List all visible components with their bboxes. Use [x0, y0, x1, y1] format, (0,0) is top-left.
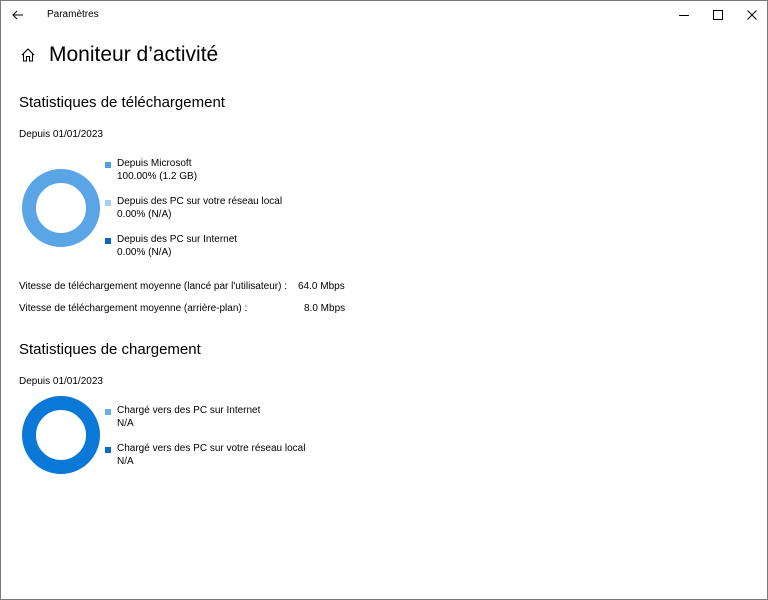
close-icon: [747, 10, 757, 20]
legend-swatch: [105, 238, 111, 244]
legend-label: Chargé vers des PC sur Internet: [117, 405, 261, 416]
minimize-button[interactable]: [667, 1, 701, 29]
legend-swatch: [105, 409, 111, 415]
legend-label: Depuis Microsoft: [117, 158, 192, 169]
avg-speed-background-row: Vitesse de téléchargement moyenne (arriè…: [19, 303, 345, 314]
avg-speed-background-value: 8.0 Mbps: [304, 303, 346, 314]
avg-speed-user-label: Vitesse de téléchargement moyenne (lancé…: [19, 281, 287, 292]
legend-value: 0.00% (N/A): [117, 247, 172, 258]
legend-label: Depuis des PC sur Internet: [117, 234, 238, 245]
minimize-icon: [679, 15, 689, 16]
download-donut-ring: [22, 169, 100, 247]
page-header: Moniteur d’activité: [19, 43, 218, 67]
legend-label: Chargé vers des PC sur votre réseau loca…: [117, 443, 306, 454]
legend-swatch: [105, 447, 111, 453]
upload-donut-chart: [22, 396, 100, 474]
legend-swatch: [105, 200, 111, 206]
download-since: Depuis 01/01/2023: [19, 129, 103, 140]
upload-section-title: Statistiques de chargement: [19, 341, 201, 358]
upload-since: Depuis 01/01/2023: [19, 376, 103, 387]
legend-label: Depuis des PC sur votre réseau local: [117, 196, 283, 207]
maximize-icon: [713, 10, 723, 20]
legend-value: 0.00% (N/A): [117, 209, 172, 220]
page-title: Moniteur d’activité: [49, 43, 219, 66]
download-donut-chart: [22, 169, 100, 247]
window-title: Paramètres: [47, 9, 99, 20]
home-icon: [21, 48, 35, 62]
download-section-title: Statistiques de téléchargement: [19, 94, 225, 111]
avg-speed-user-row: Vitesse de téléchargement moyenne (lancé…: [19, 281, 345, 292]
legend-value: N/A: [117, 456, 134, 467]
home-button[interactable]: [19, 46, 37, 64]
legend-value: N/A: [117, 418, 134, 429]
title-bar: Paramètres: [1, 1, 767, 29]
upload-donut-ring: [22, 396, 100, 474]
back-button[interactable]: [7, 5, 29, 25]
close-button[interactable]: [735, 1, 768, 29]
avg-speed-user-value: 64.0 Mbps: [298, 281, 345, 292]
avg-speed-background-label: Vitesse de téléchargement moyenne (arriè…: [19, 303, 248, 314]
legend-value: 100.00% (1.2 GB): [117, 171, 198, 182]
maximize-button[interactable]: [701, 1, 735, 29]
arrow-left-icon: [12, 10, 23, 20]
legend-swatch: [105, 162, 111, 168]
